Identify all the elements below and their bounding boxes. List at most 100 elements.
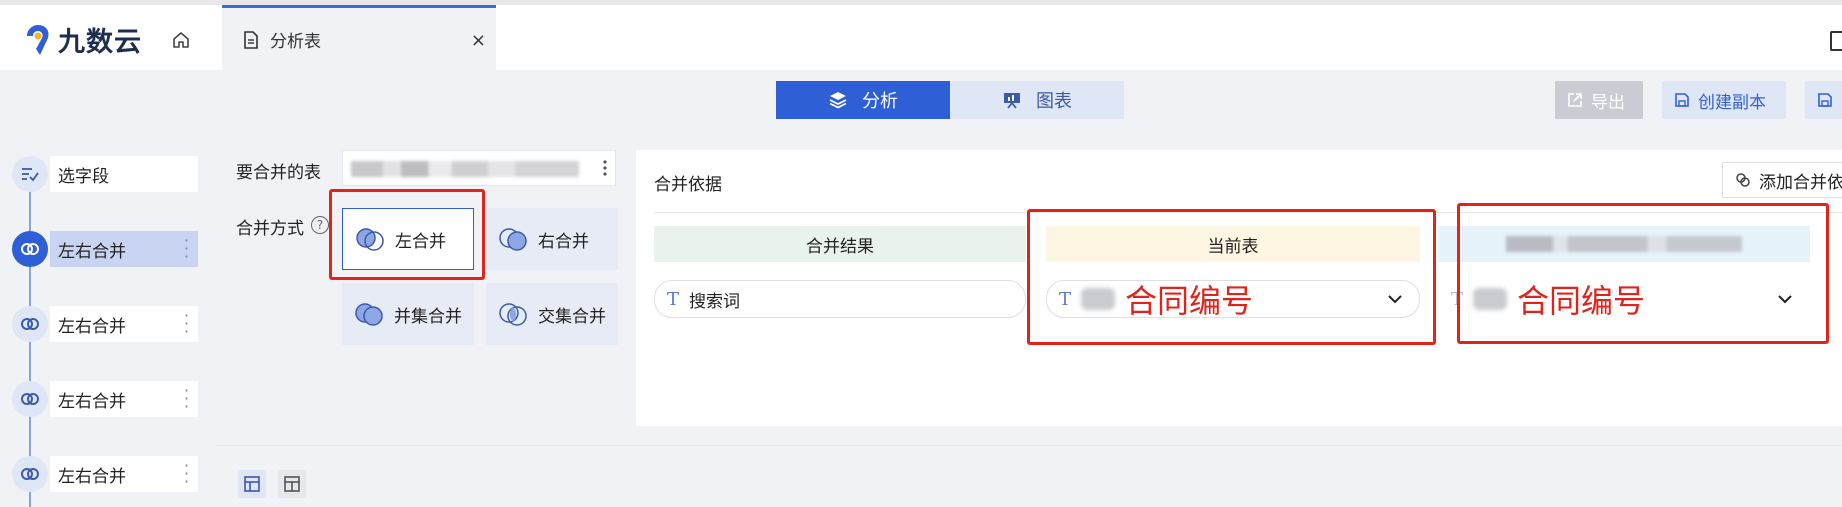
help-icon[interactable]: ? [311,216,329,234]
top-bar: 九数云 分析表 × [0,0,1842,71]
more-vertical-icon[interactable]: · · · [184,233,190,265]
tab-label: 分析表 [270,32,321,52]
annotation-text: 合同编号 [1517,282,1646,320]
step-label: 左右合并 [58,466,126,487]
tab-analysis-table[interactable]: 分析表 × [222,5,496,71]
redacted-table-name [351,161,579,177]
text-type-icon: T [1451,288,1464,310]
step-card[interactable]: 选字段 [50,156,198,192]
field-select-icon [12,156,48,192]
table-icon [244,476,260,492]
right-join-icon [499,228,527,251]
step-merge-2[interactable]: 左右合并 · · · [12,306,198,342]
save-icon [1818,93,1832,107]
column-header-label: 当前表 [1207,236,1259,257]
target-table-label: 要合并的表 [236,163,321,183]
step-card[interactable]: 左右合并 · · · [50,456,198,492]
app-logo[interactable]: 九数云 [24,20,142,59]
other-field-select[interactable]: T 合同编号 [1438,280,1810,320]
close-icon[interactable]: × [471,30,486,51]
merge-mode-label: 合并方式 [236,219,304,239]
home-button[interactable] [168,27,194,53]
option-label: 右合并 [538,231,589,252]
option-label: 交集合并 [538,306,606,327]
column-header-label: 合并结果 [806,236,874,257]
export-icon [1568,93,1582,107]
view-switch: 分析 图表 [776,81,1124,119]
step-rail: 选字段 左右合并 · · · 左右合并 · · · 左右合并 · · · 左右合… [0,130,216,507]
more-vertical-icon[interactable]: · · · [184,383,190,415]
clipboard-icon[interactable] [1830,31,1842,51]
add-merge-criteria-label: 添加合并依 [1759,172,1842,193]
create-copy-label: 创建副本 [1698,92,1766,113]
chevron-down-icon [1388,295,1402,304]
option-label: 左合并 [395,231,446,252]
tab-chart[interactable]: 图表 [950,81,1124,119]
tab-chart-label: 图表 [1036,91,1072,112]
merge-icon [12,381,48,417]
merge-option-left[interactable]: 左合并 [342,208,474,270]
current-field-select[interactable]: T 合同编号 [1046,280,1420,320]
layout-icon [284,476,300,492]
bottom-view-bar [216,445,1842,507]
left-join-icon [356,228,384,251]
annotation-text: 合同编号 [1125,282,1254,320]
step-card[interactable]: 左右合并 · · · [50,231,198,267]
step-label: 左右合并 [58,316,126,337]
step-select-fields[interactable]: 选字段 [12,156,198,192]
step-merge-1[interactable]: 左右合并 · · · [12,231,198,267]
add-merge-criteria-button[interactable]: 添加合并依 [1722,162,1842,198]
merge-option-intersect[interactable]: 交集合并 [486,283,618,345]
text-type-icon: T [667,288,680,310]
merge-criteria-panel: 合并依据 添加合并依 合并结果 当前表 T 搜索词 T 合同编号 T 合同编号 [636,150,1842,426]
column-header-current: 当前表 [1046,226,1420,262]
step-label: 左右合并 [58,241,126,262]
document-icon [244,30,258,49]
layers-icon [829,92,847,109]
create-copy-button[interactable]: 创建副本 [1662,81,1786,119]
save-button[interactable] [1805,81,1842,119]
target-table-select[interactable] [342,150,616,186]
export-label: 导出 [1591,92,1625,113]
redacted-field-value [1081,288,1116,310]
toolbar: 分析 图表 导出 创建副本 [0,70,1842,130]
more-vertical-icon[interactable] [603,159,607,177]
union-join-icon [355,303,383,326]
presentation-chart-icon [1004,93,1020,109]
merge-icon [12,231,48,267]
save-copy-icon [1675,93,1689,107]
tab-analysis[interactable]: 分析 [776,81,950,119]
home-icon [173,32,189,48]
option-label: 并集合并 [394,306,462,327]
step-merge-4[interactable]: 左右合并 · · · [12,456,198,492]
more-vertical-icon[interactable]: · · · [184,458,190,490]
column-header-other-table [1438,226,1810,262]
tab-analysis-label: 分析 [862,91,898,112]
step-label: 左右合并 [58,391,126,412]
merge-option-union[interactable]: 并集合并 [342,283,474,345]
merge-icon [12,306,48,342]
logo-icon [27,24,49,55]
step-label: 选字段 [58,166,109,187]
step-card[interactable]: 左右合并 · · · [50,306,198,342]
more-vertical-icon[interactable]: · · · [184,308,190,340]
intersect-join-icon [499,303,527,326]
link-icon [1736,173,1750,187]
layout-view-button[interactable] [278,470,306,498]
merge-option-right[interactable]: 右合并 [486,208,618,270]
step-merge-3[interactable]: 左右合并 · · · [12,381,198,417]
table-view-button[interactable] [238,470,266,498]
text-type-icon: T [1059,288,1072,310]
chevron-down-icon [1778,295,1792,304]
redacted-table-name [1506,236,1742,252]
step-card[interactable]: 左右合并 · · · [50,381,198,417]
divider [654,212,1842,213]
column-header-result: 合并结果 [654,226,1026,262]
result-field-input[interactable]: T 搜索词 [654,280,1026,318]
criteria-title: 合并依据 [654,175,722,195]
merge-icon [12,456,48,492]
result-field-value: 搜索词 [689,291,741,312]
redacted-field-value [1473,288,1508,310]
logo-text: 九数云 [58,27,142,58]
export-button[interactable]: 导出 [1555,81,1643,119]
